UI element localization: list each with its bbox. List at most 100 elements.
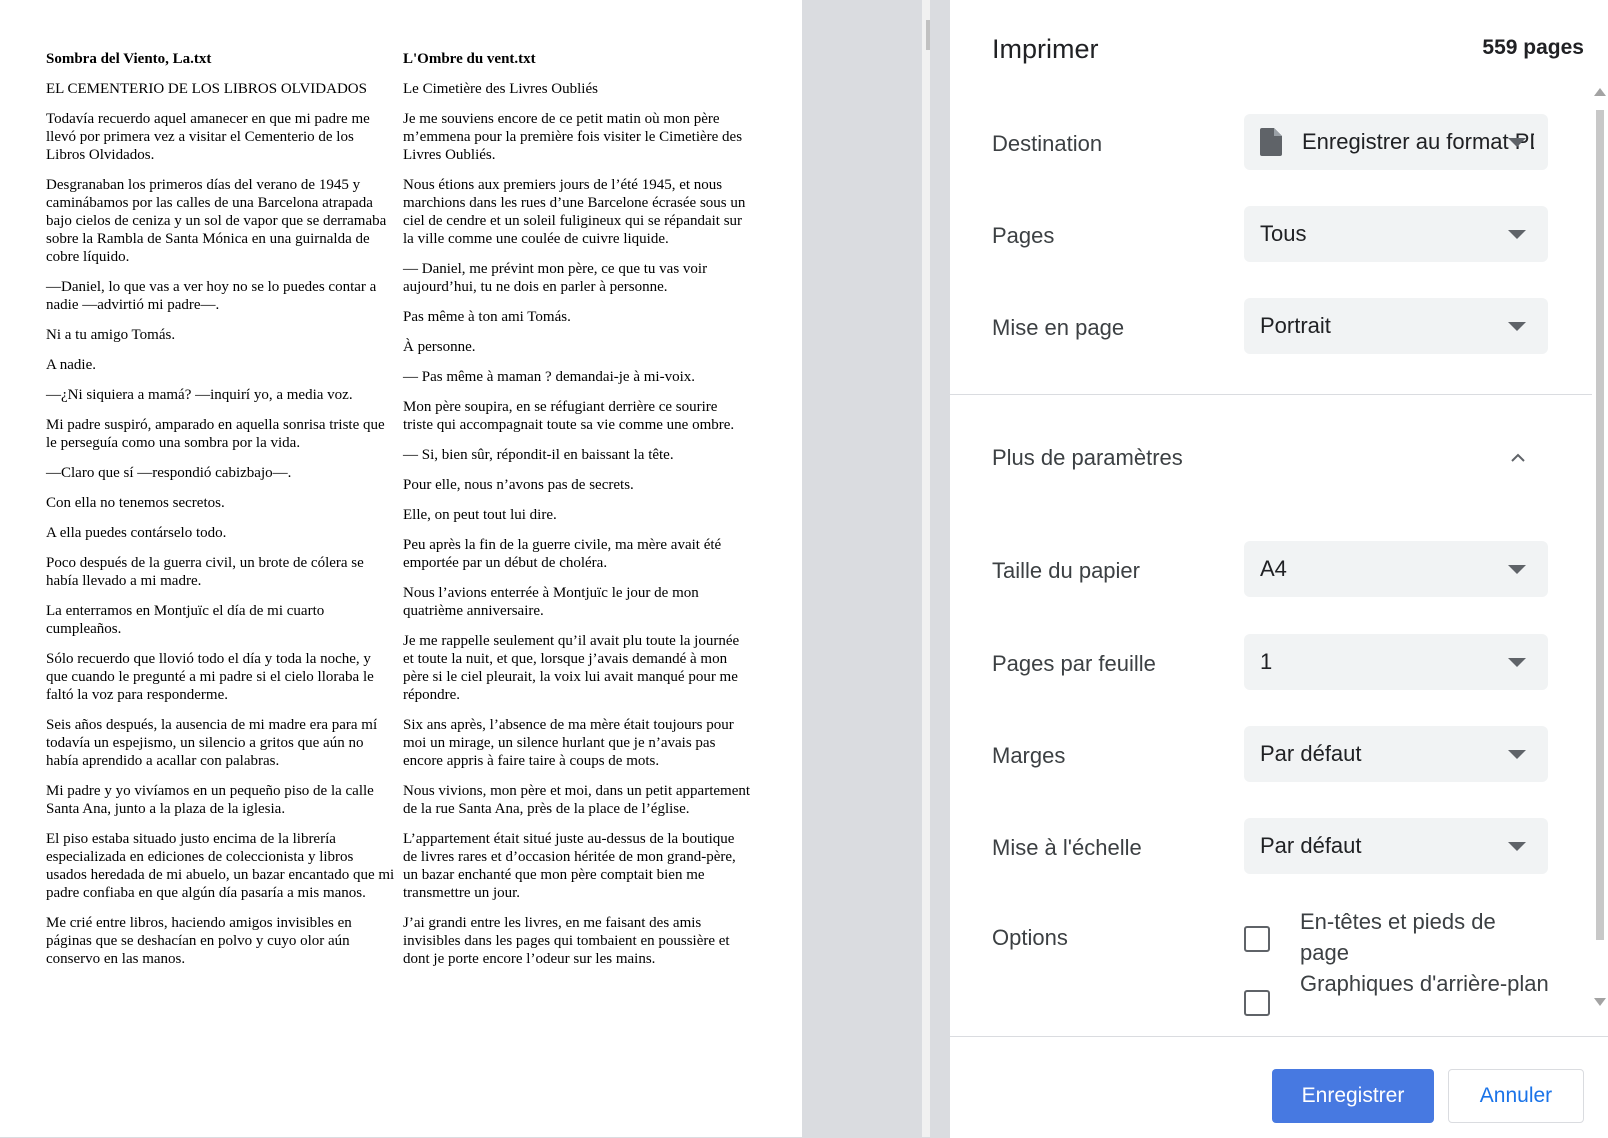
more-settings-label: Plus de paramètres: [992, 445, 1183, 470]
save-button[interactable]: Enregistrer: [1272, 1069, 1434, 1123]
scale-value: Par défaut: [1260, 833, 1362, 858]
left-paragraph: La enterramos en Montjuïc el día de mi c…: [46, 603, 325, 637]
dropdown-arrow-icon: [1508, 658, 1526, 667]
print-settings-panel: Imprimer 559 pages Destination Enregistre…: [950, 0, 1608, 1138]
option-label: En-têtes et pieds de page: [1300, 909, 1496, 965]
right-paragraph: À personne.: [403, 339, 476, 355]
layout-value: Portrait: [1260, 313, 1331, 338]
pages-per-sheet-select[interactable]: 1: [1244, 634, 1548, 690]
settings-scroll-area: Destination Enregistrer au format PDF Page…: [950, 88, 1592, 1036]
layout-select[interactable]: Portrait: [1244, 298, 1548, 354]
pages-per-sheet-row: Pages par feuille 1: [950, 634, 1592, 694]
preview-area: Sombra del Viento, La.txt EL CEMENTERIO …: [0, 0, 930, 1137]
left-paragraph: Todavía recuerdo aquel amanecer en que m…: [46, 111, 370, 163]
dropdown-arrow-icon: [1508, 322, 1526, 331]
pages-select[interactable]: Tous: [1244, 206, 1548, 262]
cancel-button[interactable]: Annuler: [1448, 1069, 1584, 1123]
settings-scrollbar[interactable]: [1592, 88, 1608, 1010]
left-paragraph: Poco después de la guerra civil, un brot…: [46, 555, 364, 589]
destination-select[interactable]: Enregistrer au format PDF: [1244, 114, 1548, 170]
right-paragraph: Nous étions aux premiers jours de l’été …: [403, 177, 746, 247]
scroll-up-arrow-icon[interactable]: ▲: [922, 0, 930, 18]
left-paragraph: EL CEMENTERIO DE LOS LIBROS OLVIDADOS: [46, 81, 367, 97]
preview-page: Sombra del Viento, La.txt EL CEMENTERIO …: [0, 0, 802, 1137]
right-paragraph: Mon père soupira, en se réfugiant derriè…: [403, 399, 735, 433]
right-paragraph: Nous vivions, mon père et moi, dans un p…: [403, 783, 751, 817]
left-paragraph: Con ella no tenemos secretos.: [46, 495, 225, 511]
left-paragraph: Mi padre suspiró, amparado en aquella so…: [46, 417, 385, 451]
scale-label: Mise à l'échelle: [992, 835, 1142, 860]
paper-size-value: A4: [1260, 556, 1287, 581]
pages-value: Tous: [1260, 221, 1307, 246]
left-column: Sombra del Viento, La.txt EL CEMENTERIO …: [46, 50, 403, 980]
more-settings-toggle[interactable]: Plus de paramètres: [950, 428, 1592, 488]
dropdown-arrow-icon: [1508, 750, 1526, 759]
destination-label: Destination: [992, 131, 1103, 156]
pages-label: Pages: [992, 223, 1055, 248]
scale-select[interactable]: Par défaut: [1244, 818, 1548, 874]
chevron-up-icon: [1511, 453, 1525, 462]
right-paragraph: L’appartement était situé juste au-dessu…: [403, 831, 736, 901]
page-count: 559 pages: [1482, 36, 1584, 59]
scroll-thumb[interactable]: [926, 20, 930, 50]
dropdown-arrow-icon: [1508, 138, 1526, 147]
margins-value: Par défaut: [1260, 741, 1362, 766]
right-paragraph: Elle, on peut tout lui dire.: [403, 507, 557, 523]
right-paragraphs: Le Cimetière des Livres Oubliés Je me sou…: [403, 80, 751, 968]
right-paragraph: Six ans après, l’absence de ma mère étai…: [403, 717, 734, 769]
left-paragraph: A nadie.: [46, 357, 96, 373]
dropdown-arrow-icon: [1508, 565, 1526, 574]
left-paragraph: Seis años después, la ausencia de mi mad…: [46, 717, 378, 769]
scroll-down-arrow-icon[interactable]: ▼: [922, 1119, 930, 1137]
left-paragraph: Sólo recuerdo que llovió todo el día y t…: [46, 651, 374, 703]
text-columns: Sombra del Viento, La.txt EL CEMENTERIO …: [46, 50, 802, 980]
right-paragraph: — Si, bien sûr, répondit-il en baissant …: [403, 447, 674, 463]
paper-size-select[interactable]: A4: [1244, 541, 1548, 597]
right-column: L'Ombre du vent.txt Le Cimetière des Liv…: [403, 50, 757, 980]
destination-value: Enregistrer au format PDF: [1302, 129, 1534, 154]
scroll-down-arrow-icon[interactable]: [1594, 998, 1606, 1006]
divider: [950, 394, 1592, 395]
left-paragraph: El piso estaba situado justo encima de l…: [46, 831, 395, 901]
scroll-up-arrow-icon[interactable]: [1594, 88, 1606, 96]
right-paragraph: Je me rappelle seulement qu’il avait plu…: [403, 633, 740, 703]
left-paragraph: —¿Ni siquiera a mamá? —inquirí yo, a med…: [46, 387, 353, 403]
left-paragraph: A ella puedes contárselo todo.: [46, 525, 227, 541]
right-column-title: L'Ombre du vent.txt: [403, 51, 536, 67]
right-paragraph: Je me souviens encore de ce petit matin …: [403, 111, 743, 163]
dropdown-arrow-icon: [1508, 842, 1526, 851]
left-paragraph: Mi padre y yo vivíamos en un pequeño pis…: [46, 783, 374, 817]
pages-per-sheet-value: 1: [1260, 649, 1273, 674]
panel-footer: Enregistrer Annuler: [950, 1036, 1608, 1138]
scale-row: Mise à l'échelle Par défaut: [950, 818, 1592, 878]
checkbox[interactable]: [1244, 926, 1270, 952]
right-paragraph: — Pas même à maman ? demandai-je à mi-vo…: [403, 369, 695, 385]
left-paragraph: Ni a tu amigo Tomás.: [46, 327, 176, 343]
left-paragraphs: EL CEMENTERIO DE LOS LIBROS OLVIDADOS Tod…: [46, 80, 395, 968]
destination-row: Destination Enregistrer au format PDF: [950, 114, 1592, 174]
left-paragraph: —Claro que sí —respondió cabizbajo—.: [46, 465, 292, 481]
scroll-thumb[interactable]: [1596, 110, 1604, 940]
layout-label: Mise en page: [992, 315, 1125, 340]
file-icon: [1260, 128, 1282, 156]
margins-row: Marges Par défaut: [950, 726, 1592, 786]
margins-select[interactable]: Par défaut: [1244, 726, 1548, 782]
checkbox[interactable]: [1244, 990, 1270, 1016]
paper-size-row: Taille du papier A4: [950, 541, 1592, 601]
right-paragraph: — Daniel, me prévint mon père, ce que tu…: [403, 261, 708, 295]
options-label: Options: [992, 925, 1068, 950]
right-paragraph: Pas même à ton ami Tomás.: [403, 309, 571, 325]
right-paragraph: J’ai grandi entre les livres, en me fais…: [403, 915, 730, 967]
preview-scrollbar[interactable]: ▲ ▼: [922, 0, 930, 1137]
right-paragraph: Nous l’avions enterrée à Montjuïc le jou…: [403, 585, 699, 619]
panel-title: Imprimer: [992, 34, 1099, 64]
dropdown-arrow-icon: [1508, 230, 1526, 239]
margins-label: Marges: [992, 743, 1066, 768]
layout-row: Mise en page Portrait: [950, 298, 1592, 358]
option-label: Graphiques d'arrière-plan: [1300, 971, 1549, 996]
right-paragraph: Le Cimetière des Livres Oubliés: [403, 81, 598, 97]
left-paragraph: —Daniel, lo que vas a ver hoy no se lo p…: [46, 279, 377, 313]
left-column-title: Sombra del Viento, La.txt: [46, 51, 212, 67]
left-paragraph: Desgranaban los primeros días del verano…: [46, 177, 387, 265]
left-paragraph: Me crié entre libros, haciendo amigos in…: [46, 915, 352, 967]
